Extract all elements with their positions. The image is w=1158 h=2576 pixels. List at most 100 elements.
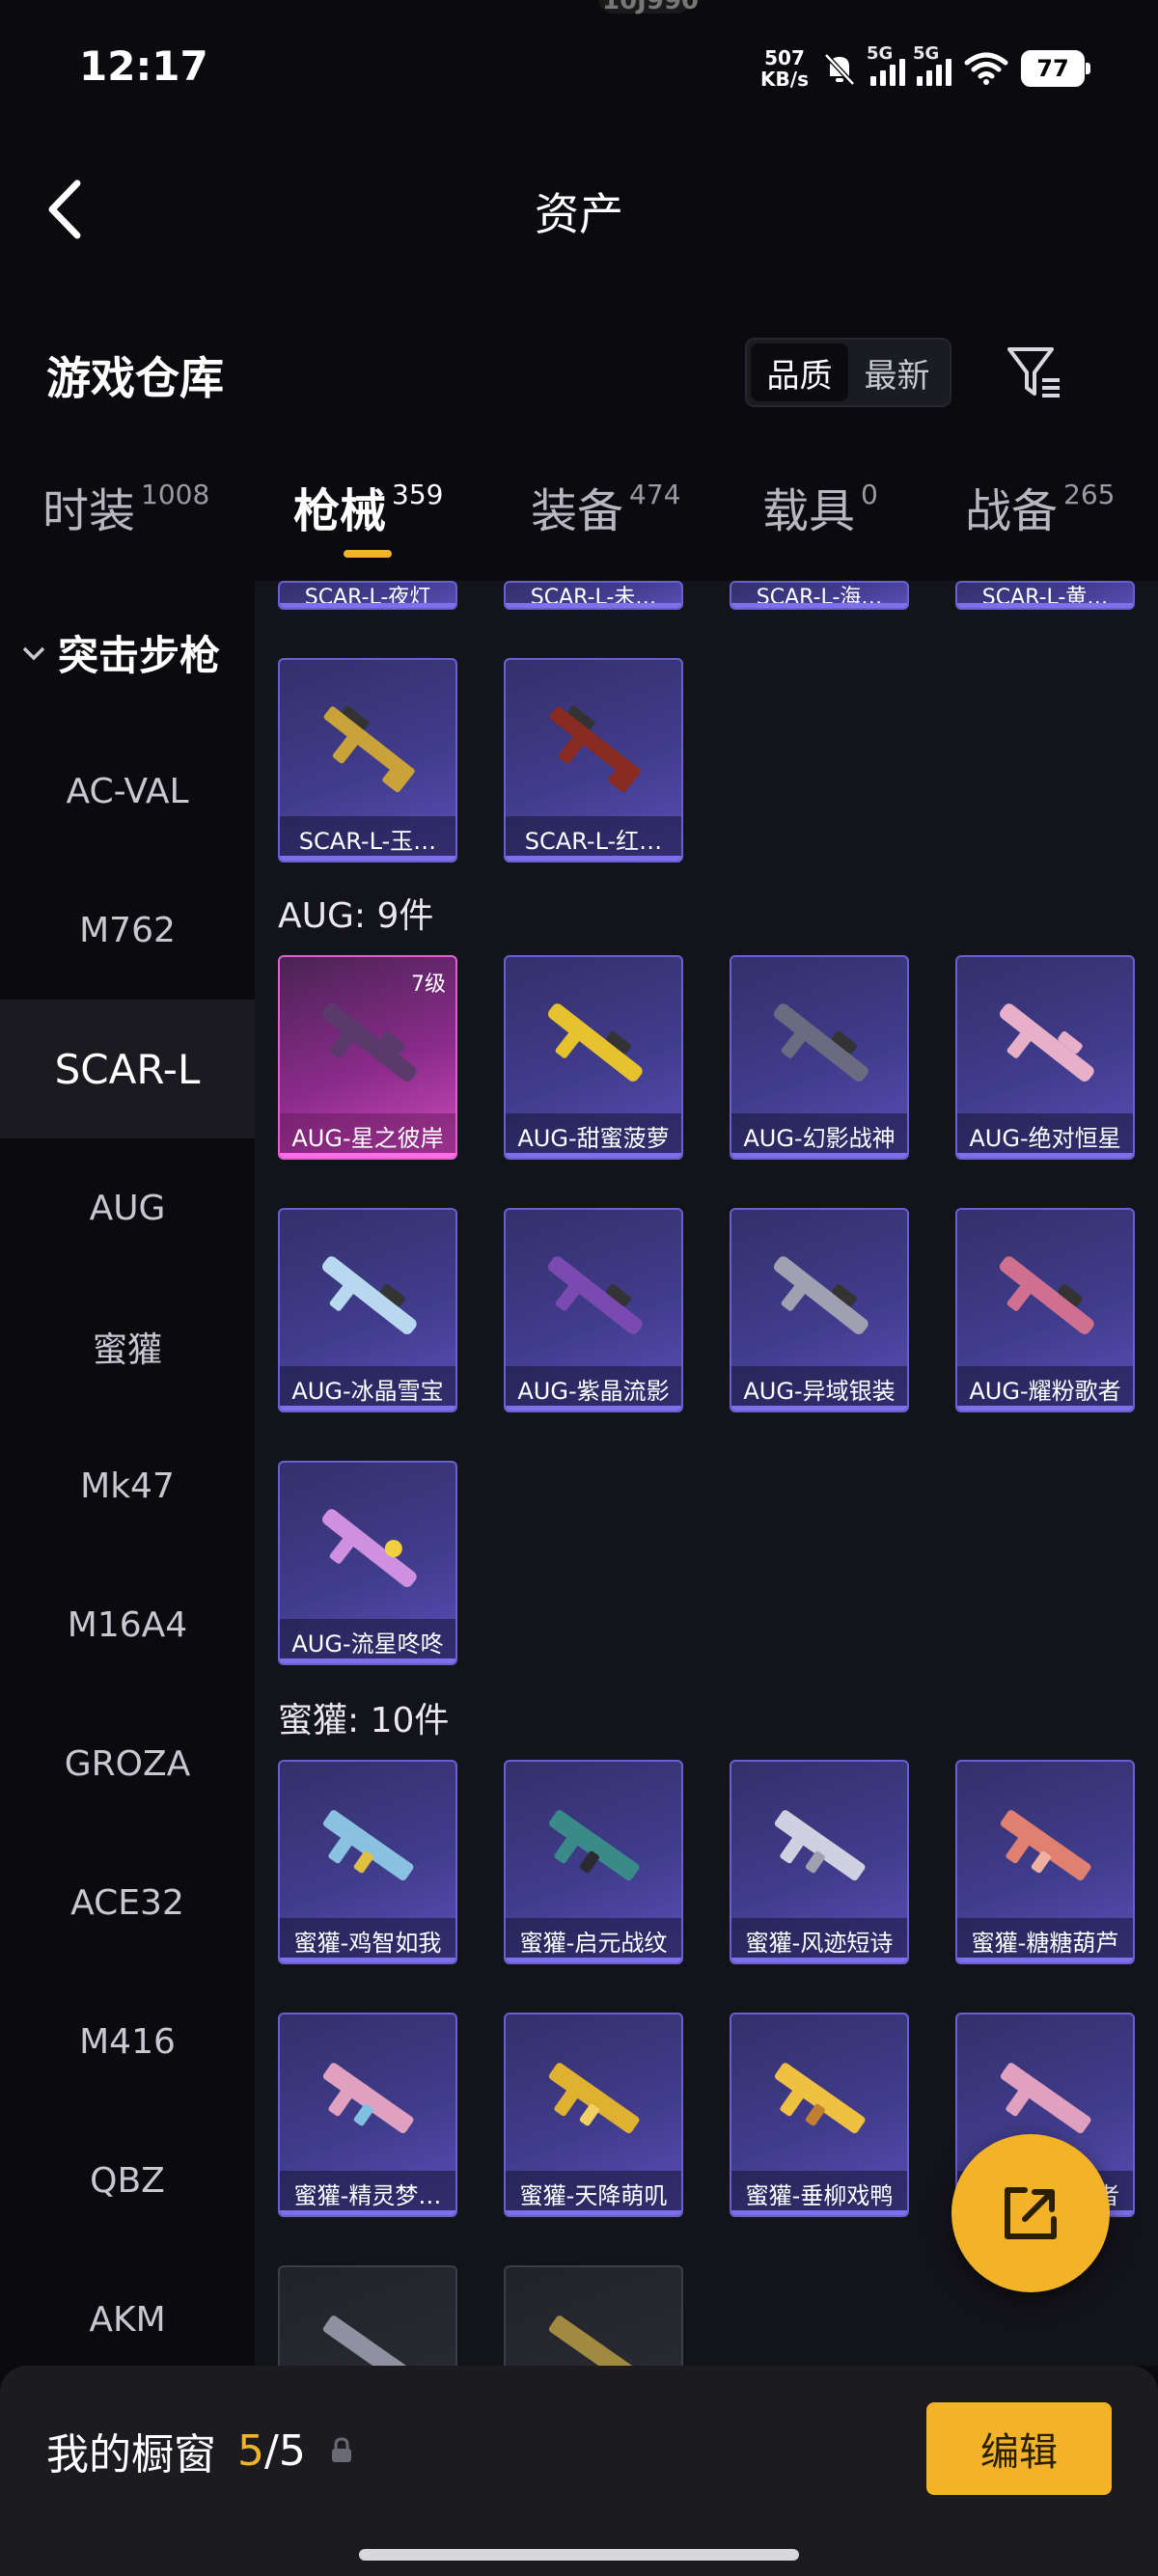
showcase-bar: 我的橱窗 5/5 编辑 xyxy=(0,2366,1158,2576)
category-tabs: 时装 1008 枪械 359 装备 474 载具 0 战备 265 xyxy=(0,473,1158,579)
sidebar-item-aug[interactable]: AUG xyxy=(0,1138,255,1277)
edit-button[interactable]: 编辑 xyxy=(926,2402,1112,2495)
signal-1-icon: 5G xyxy=(867,43,905,86)
tab-equipment[interactable]: 装备 474 xyxy=(531,473,680,540)
honey-badger-group-title: 蜜獾: 10件 xyxy=(278,1701,450,1740)
weapon-grid: SCAR-L-夜灯 SCAR-L-未… SCAR-L-海… SCAR-L-黄… … xyxy=(255,581,1158,2366)
scar-l-rifle-icon xyxy=(323,705,415,793)
weapon-name: 蜜獾-精灵梦… xyxy=(280,2171,455,2215)
sidebar-item-m416[interactable]: M416 xyxy=(0,1972,255,2111)
weapon-name: 蜜獾-鸡智如我 xyxy=(280,1918,455,1962)
weapon-name: AUG-流星咚咚 xyxy=(280,1619,455,1663)
sort-quality[interactable]: 品质 xyxy=(751,343,848,401)
sidebar-item-honey-badger[interactable]: 蜜獾 xyxy=(0,1277,255,1416)
weapon-card[interactable]: SCAR-L-红… xyxy=(504,658,683,863)
showcase-total: /5 xyxy=(264,2425,306,2476)
aug-rifle-icon xyxy=(548,1003,643,1082)
weapon-name: 蜜獾-垂柳戏鸭 xyxy=(731,2171,907,2215)
weapon-card[interactable]: 7级 AUG-星之彼岸 xyxy=(278,955,457,1160)
share-button[interactable] xyxy=(951,2134,1110,2292)
filter-icon[interactable] xyxy=(1004,342,1065,403)
aug-rifle-icon xyxy=(774,1003,868,1082)
honey-badger-rifle-icon xyxy=(548,2063,640,2134)
weapon-card[interactable]: SCAR-L-夜灯 xyxy=(278,581,457,610)
sim2-label: 5G xyxy=(913,43,940,64)
scar-l-rifle-icon xyxy=(549,705,641,793)
tab-label: 装备 xyxy=(531,484,624,538)
sidebar-item-m16a4[interactable]: M16A4 xyxy=(0,1555,255,1694)
weapon-card[interactable]: AUG-异域银装 xyxy=(730,1208,909,1412)
weapon-card[interactable]: 蜜獾-启元战纹 xyxy=(504,1760,683,1964)
weapon-card[interactable]: AUG-流星咚咚 xyxy=(278,1461,457,1665)
sidebar-category[interactable]: 突击步枪 xyxy=(21,623,220,682)
tab-supplies[interactable]: 战备 265 xyxy=(965,473,1115,540)
weapon-name: AUG-耀粉歌者 xyxy=(957,1366,1133,1411)
weapon-card[interactable]: AUG-绝对恒星 xyxy=(955,955,1135,1160)
weapon-name: AUG-星之彼岸 xyxy=(280,1113,455,1158)
weapon-card[interactable] xyxy=(278,2265,457,2366)
weapon-card[interactable]: AUG-耀粉歌者 xyxy=(955,1208,1135,1412)
weapon-card[interactable] xyxy=(504,2265,683,2366)
weapon-card[interactable]: 蜜獾-精灵梦… xyxy=(278,2013,457,2217)
aug-rifle-icon xyxy=(1000,1003,1094,1082)
sidebar-item-groza[interactable]: GROZA xyxy=(0,1694,255,1833)
weapon-card[interactable]: AUG-冰晶雪宝 xyxy=(278,1208,457,1412)
status-bar: 10J990 12:17 507 KB/s 5G 5G 77 xyxy=(0,0,1158,135)
aug-rifle-icon xyxy=(774,1256,868,1334)
honey-badger-rifle-icon xyxy=(322,2316,414,2366)
weapon-name: 蜜獾-启元战纹 xyxy=(506,1918,681,1962)
weapon-card[interactable]: 蜜獾-天降萌叽 xyxy=(504,2013,683,2217)
tab-fashion[interactable]: 时装 1008 xyxy=(42,473,209,540)
weapon-card[interactable]: 蜜獾-糖糖葫芦 xyxy=(955,1760,1135,1964)
tab-count: 359 xyxy=(392,479,444,510)
sidebar-item-ac-val[interactable]: AC-VAL xyxy=(0,722,255,861)
warehouse-title: 游戏仓库 xyxy=(46,352,224,404)
sort-newest[interactable]: 最新 xyxy=(848,343,946,401)
home-indicator[interactable] xyxy=(359,2549,799,2561)
weapon-name: AUG-异域银装 xyxy=(731,1366,907,1411)
sidebar-item-qbz[interactable]: QBZ xyxy=(0,2111,255,2250)
weapon-card[interactable]: 蜜獾-垂柳戏鸭 xyxy=(730,2013,909,2217)
signal-2-icon: 5G xyxy=(913,43,951,86)
tab-guns[interactable]: 枪械 359 xyxy=(293,473,443,540)
aug-group-title: AUG: 9件 xyxy=(278,896,434,936)
tab-count: 474 xyxy=(629,479,681,510)
battery-icon: 77 xyxy=(1021,50,1090,87)
aug-rifle-icon xyxy=(322,1003,417,1082)
honey-badger-rifle-icon xyxy=(322,2063,414,2134)
weapon-name: 蜜獾-风迹短诗 xyxy=(731,1918,907,1962)
tab-count: 265 xyxy=(1063,479,1116,510)
sidebar-item-scar-l[interactable]: SCAR-L xyxy=(0,1000,255,1138)
weapon-card[interactable]: AUG-甜蜜菠萝 xyxy=(504,955,683,1160)
lock-icon xyxy=(331,2437,351,2462)
tab-label: 战备 xyxy=(965,484,1059,538)
weapon-card[interactable]: AUG-紫晶流影 xyxy=(504,1208,683,1412)
sidebar-item-akm[interactable]: AKM xyxy=(0,2250,255,2366)
weapon-card[interactable]: SCAR-L-未… xyxy=(504,581,683,610)
honey-badger-rifle-icon xyxy=(322,1810,414,1881)
honey-badger-rifle-icon xyxy=(548,2316,640,2366)
tab-vehicles[interactable]: 载具 0 xyxy=(762,473,878,540)
tab-label: 枪械 xyxy=(293,484,387,538)
network-speed: 507 KB/s xyxy=(760,47,809,90)
weapon-card[interactable]: SCAR-L-海… xyxy=(730,581,909,610)
tab-label: 时装 xyxy=(42,484,136,538)
weapon-card[interactable]: SCAR-L-黄… xyxy=(955,581,1135,610)
aug-rifle-icon xyxy=(322,1509,417,1587)
sort-toggle[interactable]: 品质 最新 xyxy=(745,338,951,407)
page-title: 资产 xyxy=(535,188,623,240)
weapon-card[interactable]: 蜜獾-鸡智如我 xyxy=(278,1760,457,1964)
chevron-down-icon xyxy=(22,646,45,660)
weapon-sidebar: 突击步枪 AC-VAL M762 SCAR-L AUG 蜜獾 Mk47 M16A… xyxy=(0,581,255,2366)
weapon-card[interactable]: 蜜獾-风迹短诗 xyxy=(730,1760,909,1964)
honey-badger-rifle-icon xyxy=(774,2063,866,2134)
weapon-name: AUG-甜蜜菠萝 xyxy=(506,1113,681,1158)
sidebar-item-ace32[interactable]: ACE32 xyxy=(0,1833,255,1972)
weapon-card[interactable]: AUG-幻影战神 xyxy=(730,955,909,1160)
weapon-card[interactable]: SCAR-L-玉… xyxy=(278,658,457,863)
aug-rifle-icon xyxy=(548,1256,643,1334)
tab-count: 1008 xyxy=(141,479,210,510)
weapon-name: 蜜獾-天降萌叽 xyxy=(506,2171,681,2215)
sidebar-item-mk47[interactable]: Mk47 xyxy=(0,1416,255,1555)
sidebar-item-m762[interactable]: M762 xyxy=(0,861,255,1000)
